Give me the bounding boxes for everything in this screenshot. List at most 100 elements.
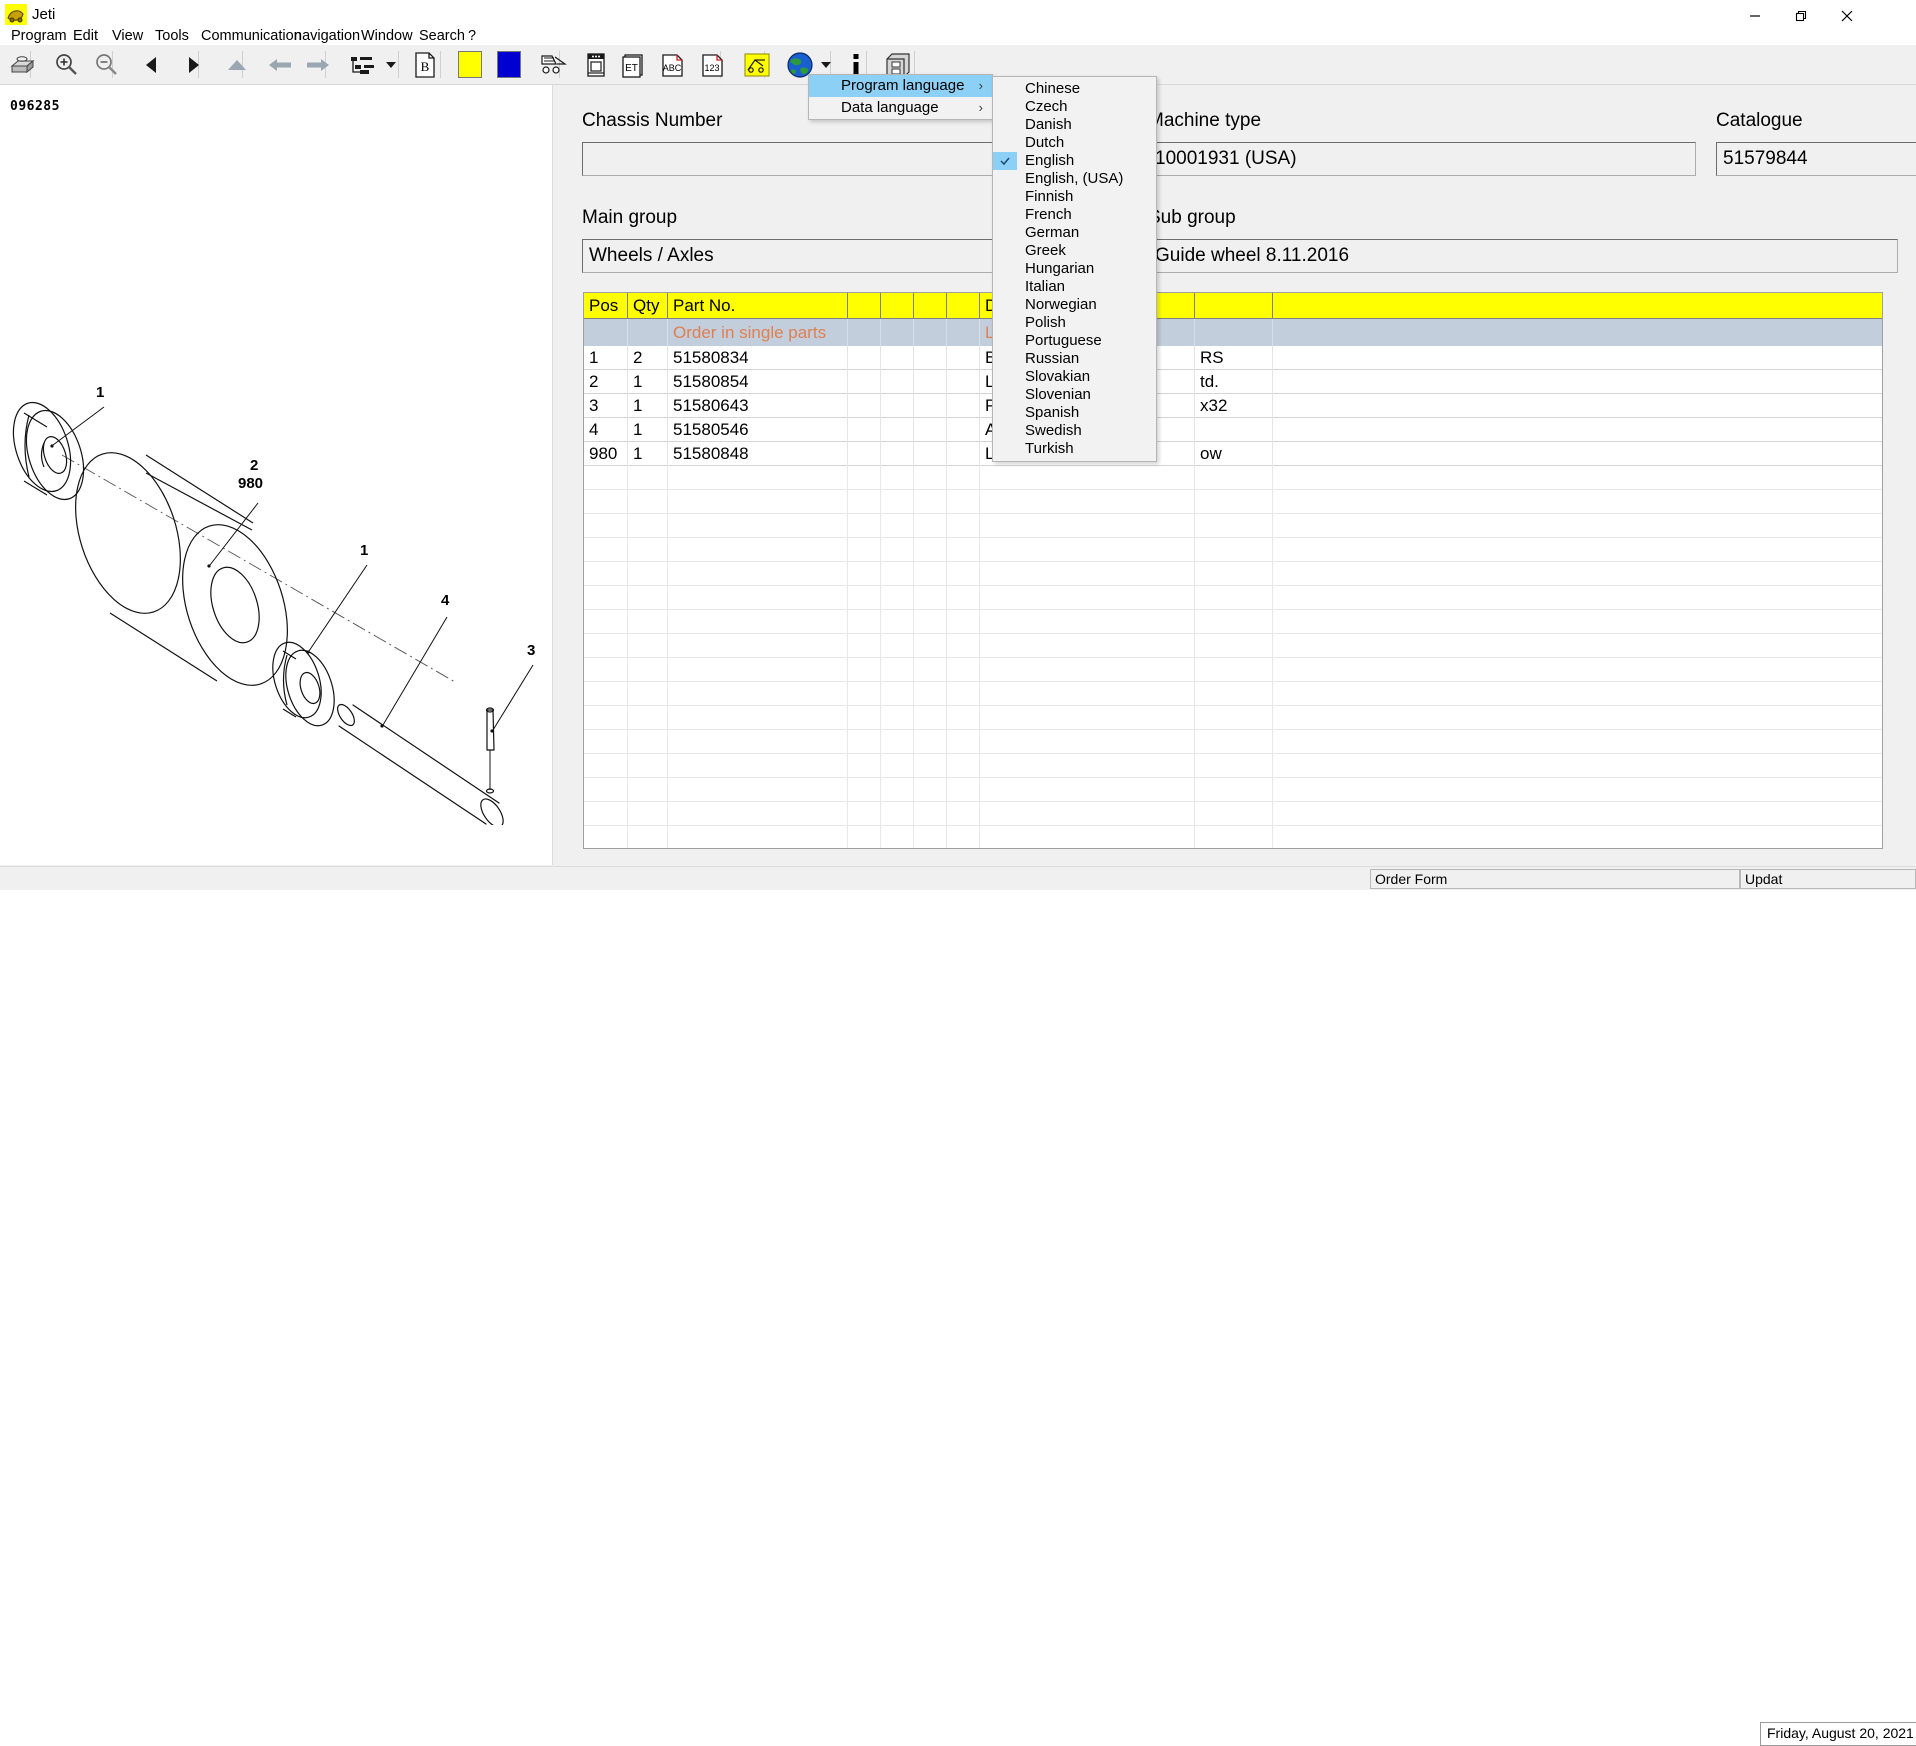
abc-document-button[interactable]: ABC <box>655 48 691 81</box>
menu-item-label: Dutch <box>1025 134 1064 151</box>
next-button[interactable] <box>175 48 211 81</box>
language-option-polish[interactable]: Polish <box>993 314 1156 332</box>
table-row[interactable]: 4 1 51580546 A <box>584 418 1883 442</box>
table-row-empty[interactable] <box>584 682 1883 706</box>
table-row-empty[interactable] <box>584 826 1883 849</box>
cell-empty <box>980 730 1195 754</box>
back-icon <box>267 56 293 74</box>
cell-empty <box>914 826 947 849</box>
table-row-empty[interactable] <box>584 562 1883 586</box>
language-option-italian[interactable]: Italian <box>993 278 1156 296</box>
column-header-part-no[interactable]: Part No. <box>668 293 848 318</box>
abc-document-icon: ABC <box>660 52 686 78</box>
table-row-empty[interactable] <box>584 634 1883 658</box>
drawing-button[interactable] <box>739 48 775 81</box>
tree-dropdown-button[interactable] <box>383 48 399 81</box>
language-option-english-usa[interactable]: English, (USA) <box>993 170 1156 188</box>
table-row-empty[interactable] <box>584 730 1883 754</box>
cell-empty <box>914 778 947 802</box>
catalogue-input[interactable] <box>1716 142 1916 176</box>
table-row[interactable]: 3 1 51580643 Pi x32 <box>584 394 1883 418</box>
language-dropdown-menu[interactable]: Program language › Data language › <box>808 74 993 120</box>
cell-empty <box>881 562 914 586</box>
language-option-finnish[interactable]: Finnish <box>993 188 1156 206</box>
drawing-pane[interactable]: 096285 <box>0 85 552 865</box>
back-button[interactable] <box>262 48 298 81</box>
tree-view-button[interactable] <box>345 48 381 81</box>
status-order-form[interactable]: Order Form <box>1370 869 1740 889</box>
table-row-empty[interactable] <box>584 490 1883 514</box>
table-row-empty[interactable] <box>584 610 1883 634</box>
column-header-6[interactable] <box>914 293 947 318</box>
language-option-russian[interactable]: Russian <box>993 350 1156 368</box>
cell-empty <box>881 706 914 730</box>
column-header-pos[interactable]: Pos <box>584 293 628 318</box>
zoom-out-button[interactable] <box>88 48 124 81</box>
cell-empty <box>947 514 980 538</box>
up-button[interactable] <box>219 48 255 81</box>
language-option-spanish[interactable]: Spanish <box>993 404 1156 422</box>
column-header-10[interactable] <box>1273 293 1883 318</box>
123-document-button[interactable]: 123 <box>695 48 731 81</box>
language-option-chinese[interactable]: Chinese <box>993 80 1156 98</box>
forward-button[interactable] <box>300 48 336 81</box>
parts-table[interactable]: Pos Qty Part No. Description Order in si… <box>583 292 1883 849</box>
forklift-button[interactable] <box>535 48 571 81</box>
table-row-empty[interactable] <box>584 586 1883 610</box>
language-option-norwegian[interactable]: Norwegian <box>993 296 1156 314</box>
language-option-slovakian[interactable]: Slovakian <box>993 368 1156 386</box>
table-row[interactable]: 1 2 51580834 Ba RS <box>584 346 1883 370</box>
table-row-empty[interactable] <box>584 754 1883 778</box>
column-header-9[interactable] <box>1195 293 1273 318</box>
menu-item-data-language[interactable]: Data language › <box>809 97 992 119</box>
table-row[interactable]: 980 1 51580848 Lo ow <box>584 442 1883 466</box>
order-in-single-parts-row[interactable]: Order in single parts Lo <box>584 319 1883 346</box>
table-row-empty[interactable] <box>584 802 1883 826</box>
cell-empty <box>848 826 881 849</box>
bookmark-b-button[interactable]: B <box>407 48 443 81</box>
et-document-button[interactable]: ET <box>616 48 652 81</box>
menu-item-program-language[interactable]: Program language › <box>809 75 992 97</box>
table-row-empty[interactable] <box>584 514 1883 538</box>
language-option-hungarian[interactable]: Hungarian <box>993 260 1156 278</box>
language-option-french[interactable]: French <box>993 206 1156 224</box>
language-option-danish[interactable]: Danish <box>993 116 1156 134</box>
table-row-empty[interactable] <box>584 466 1883 490</box>
language-option-swedish[interactable]: Swedish <box>993 422 1156 440</box>
language-option-german[interactable]: German <box>993 224 1156 242</box>
cell-empty <box>668 658 848 682</box>
menu-item-label: Polish <box>1025 314 1066 331</box>
language-option-slovenian[interactable]: Slovenian <box>993 386 1156 404</box>
language-option-greek[interactable]: Greek <box>993 242 1156 260</box>
table-row-empty[interactable] <box>584 538 1883 562</box>
machine-type-input[interactable] <box>1148 142 1696 176</box>
column-header-7[interactable] <box>947 293 980 318</box>
machine-button[interactable] <box>578 48 614 81</box>
language-option-english[interactable]: English <box>993 152 1156 170</box>
program-language-submenu[interactable]: ChineseCzechDanishDutchEnglishEnglish, (… <box>992 76 1157 462</box>
print-button[interactable] <box>4 48 40 81</box>
table-row-empty[interactable] <box>584 658 1883 682</box>
column-header-4[interactable] <box>848 293 881 318</box>
cell-empty <box>881 802 914 826</box>
zoom-in-button[interactable] <box>48 48 84 81</box>
sub-group-input[interactable] <box>1148 239 1898 273</box>
language-option-turkish[interactable]: Turkish <box>993 440 1156 458</box>
cell-empty <box>584 562 628 586</box>
status-update[interactable]: Updat <box>1740 869 1916 889</box>
cell-empty <box>628 490 668 514</box>
yellow-marker-button[interactable] <box>452 48 488 81</box>
language-option-czech[interactable]: Czech <box>993 98 1156 116</box>
cell-empty <box>947 538 980 562</box>
menu-item-label: Program language <box>841 77 964 94</box>
blue-marker-button[interactable] <box>491 48 527 81</box>
language-option-portuguese[interactable]: Portuguese <box>993 332 1156 350</box>
table-row-empty[interactable] <box>584 706 1883 730</box>
language-option-dutch[interactable]: Dutch <box>993 134 1156 152</box>
drawing-callout-1b: 1 <box>360 542 368 559</box>
previous-button[interactable] <box>134 48 170 81</box>
table-row-empty[interactable] <box>584 778 1883 802</box>
column-header-qty[interactable]: Qty <box>628 293 668 318</box>
table-row[interactable]: 2 1 51580854 Lo td. <box>584 370 1883 394</box>
column-header-5[interactable] <box>881 293 914 318</box>
